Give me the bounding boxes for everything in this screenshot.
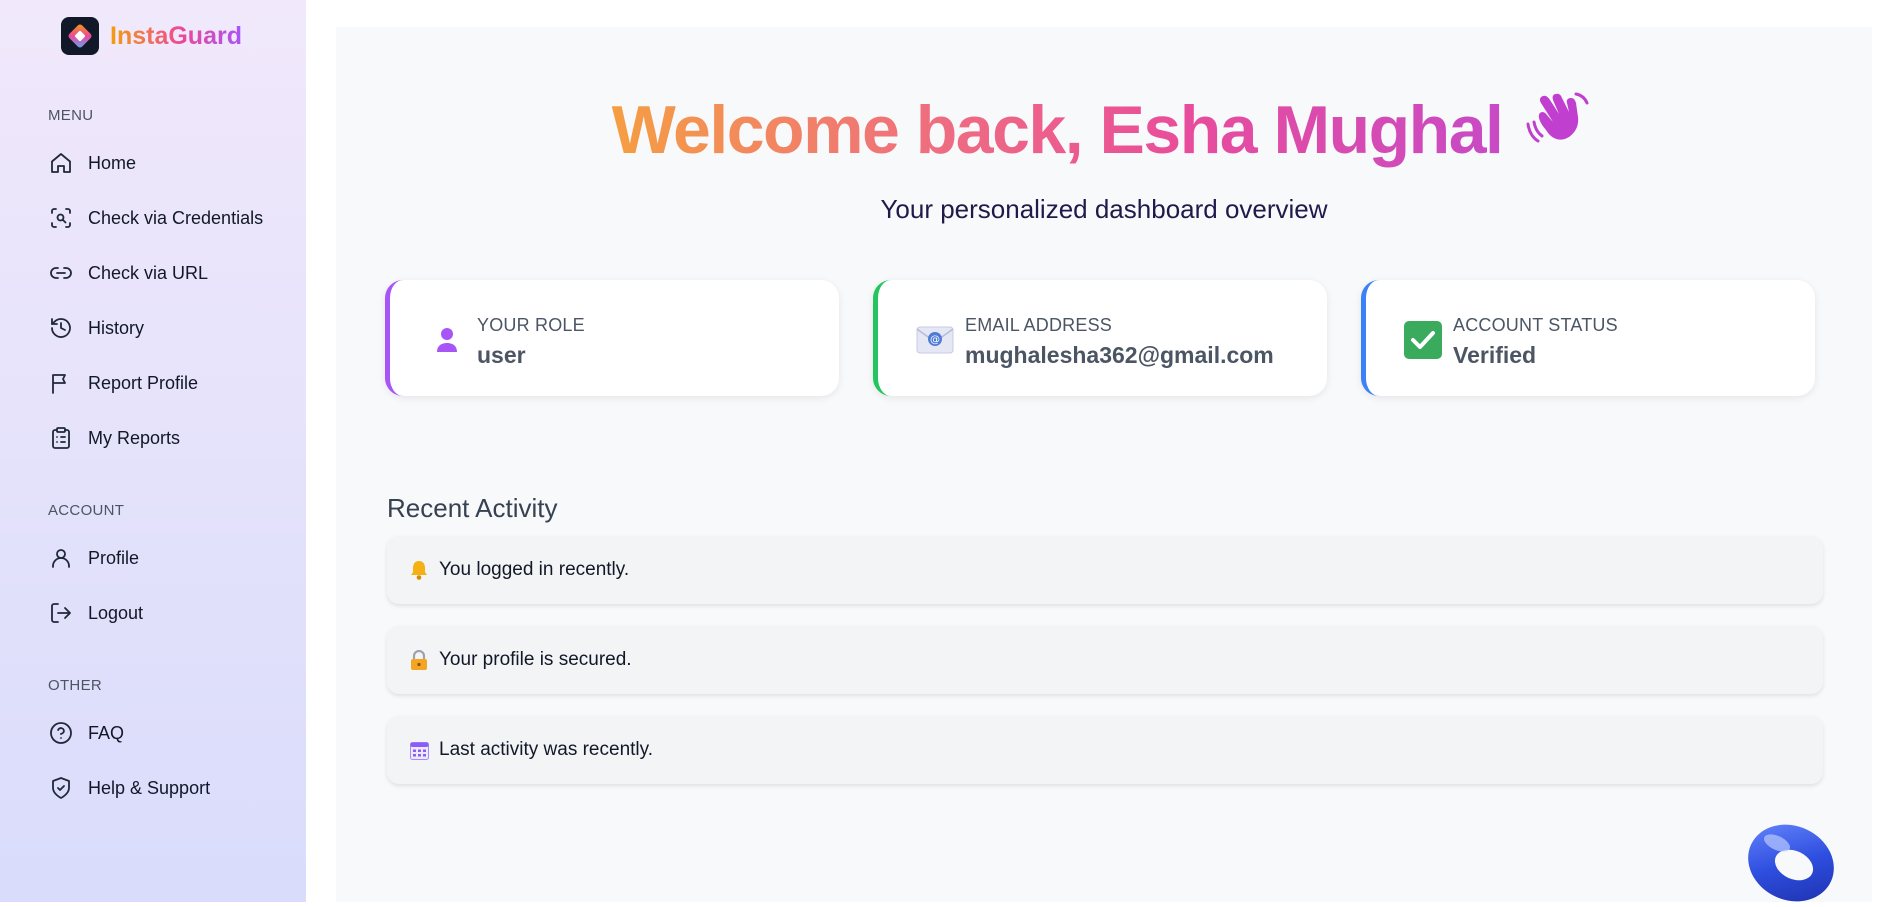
role-card: YOUR ROLE user: [385, 280, 839, 396]
logo-icon: [61, 17, 99, 55]
section-title-menu: MENU: [48, 107, 94, 124]
bell-icon: [409, 560, 429, 580]
user-icon: [427, 320, 467, 360]
clipboard-list-icon: [48, 425, 74, 451]
user-icon: [48, 545, 74, 571]
section-title-account: ACCOUNT: [48, 502, 125, 519]
card-value: user: [477, 342, 526, 368]
card-label: ACCOUNT STATUS: [1453, 315, 1618, 335]
sidebar-item-logout[interactable]: Logout: [48, 596, 143, 630]
sidebar-item-check-credentials[interactable]: Check via Credentials: [48, 201, 263, 235]
check-icon: [1403, 320, 1443, 360]
sidebar-item-label: Profile: [88, 547, 140, 568]
sidebar-item-check-url[interactable]: Check via URL: [48, 256, 208, 290]
lock-icon: [409, 650, 429, 670]
sidebar-item-faq[interactable]: FAQ: [48, 716, 124, 750]
card-value: mughalesha362@gmail.com: [965, 342, 1274, 368]
sidebar: InstaGuard MENU Home Check via Credentia…: [0, 0, 306, 902]
activity-text: Last activity was recently.: [439, 739, 654, 760]
card-value: Verified: [1453, 342, 1537, 368]
sidebar-item-help-support[interactable]: Help & Support: [48, 771, 210, 805]
sidebar-item-label: Report Profile: [88, 372, 199, 393]
sidebar-item-label: Check via URL: [88, 262, 209, 283]
sidebar-item-label: Home: [88, 152, 137, 173]
sidebar-item-profile[interactable]: Profile: [48, 541, 139, 575]
sidebar-item-label: My Reports: [88, 427, 181, 448]
svg-text:@: @: [930, 335, 940, 346]
sidebar-item-label: Check via Credentials: [88, 207, 264, 228]
recent-activity-title: Recent Activity: [387, 493, 558, 523]
brand-logo[interactable]: InstaGuard: [61, 17, 242, 55]
dashboard-subtitle: Your personalized dashboard overview: [880, 194, 1328, 224]
sidebar-item-label: History: [88, 317, 145, 338]
sidebar-item-report-profile[interactable]: Report Profile: [48, 366, 198, 400]
logout-icon: [48, 600, 74, 626]
email-icon: @: [915, 320, 955, 360]
sidebar-item-history[interactable]: History: [48, 311, 144, 345]
waving-hand-icon: [1524, 86, 1596, 172]
sidebar-item-my-reports[interactable]: My Reports: [48, 421, 180, 455]
brand-name: InstaGuard: [110, 21, 242, 50]
activity-item: Your profile is secured.: [387, 626, 1823, 694]
calendar-icon: [409, 740, 429, 760]
shield-check-icon: [48, 775, 74, 801]
help-circle-icon: [48, 720, 74, 746]
section-title-other: OTHER: [48, 677, 102, 694]
ring-logo-icon: [1748, 824, 1834, 902]
scan-search-icon: [48, 205, 74, 231]
sidebar-item-label: FAQ: [88, 722, 125, 743]
card-label: EMAIL ADDRESS: [965, 315, 1112, 335]
activity-text: Your profile is secured.: [439, 649, 632, 670]
email-card: @ EMAIL ADDRESS mughalesha362@gmail.com: [873, 280, 1327, 396]
welcome-heading: Welcome back, Esha Mughal: [336, 91, 1872, 178]
card-label: YOUR ROLE: [477, 315, 585, 335]
activity-text: You logged in recently.: [439, 559, 630, 580]
activity-item: You logged in recently.: [387, 536, 1823, 604]
sidebar-item-home[interactable]: Home: [48, 146, 136, 180]
link-icon: [48, 260, 74, 286]
sidebar-item-label: Logout: [88, 602, 144, 623]
activity-item: Last activity was recently.: [387, 716, 1823, 784]
status-card: ACCOUNT STATUS Verified: [1361, 280, 1815, 396]
chat-assistant-button[interactable]: [1742, 813, 1840, 902]
sidebar-item-label: Help & Support: [88, 777, 211, 798]
flag-icon: [48, 370, 74, 396]
history-icon: [48, 315, 74, 341]
main-content: Welcome back, Esha Mughal Your personali…: [336, 27, 1872, 902]
home-icon: [48, 150, 74, 176]
welcome-text: Welcome back, Esha Mughal: [611, 92, 1504, 168]
